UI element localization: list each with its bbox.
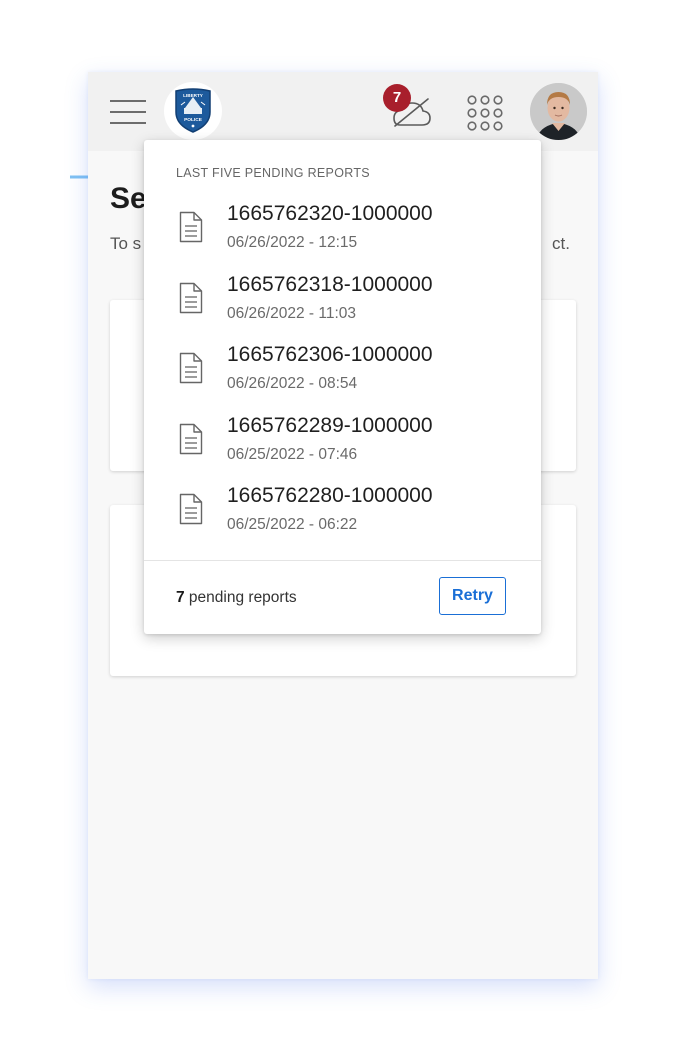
- pending-count-badge: 7: [383, 84, 411, 112]
- pending-report-item[interactable]: 1665762320-1000000 06/26/2022 - 12:15: [144, 198, 541, 269]
- page-title: Se: [110, 182, 147, 215]
- document-icon: [179, 282, 203, 313]
- report-id: 1665762289-1000000: [227, 413, 433, 437]
- pending-report-item[interactable]: 1665762280-1000000 06/25/2022 - 06:22: [144, 480, 541, 551]
- document-icon: [179, 211, 203, 243]
- user-photo: [530, 83, 587, 140]
- report-date: 06/25/2022 - 07:46: [227, 445, 358, 463]
- pending-report-list: 1665762320-1000000 06/26/2022 - 12:15 16…: [144, 198, 541, 551]
- report-date: 06/25/2022 - 06:22: [227, 516, 358, 533]
- pending-label: pending reports: [184, 589, 297, 606]
- report-id: 1665762306-1000000: [227, 343, 433, 366]
- page-subtitle-start: To s: [110, 234, 142, 253]
- pending-reports-dropdown: LAST FIVE PENDING REPORTS 1665762320-100…: [144, 140, 541, 634]
- svg-text:LIBERTY: LIBERTY: [183, 93, 203, 98]
- report-date: 06/26/2022 - 11:03: [227, 304, 356, 322]
- pending-report-item[interactable]: 1665762306-1000000 06/26/2022 - 08:54: [144, 339, 541, 410]
- hamburger-menu-icon[interactable]: [110, 100, 146, 124]
- document-icon: [179, 352, 203, 384]
- svg-text:POLICE: POLICE: [184, 117, 203, 123]
- user-avatar[interactable]: [530, 83, 587, 140]
- report-date: 06/26/2022 - 08:54: [227, 375, 358, 392]
- document-icon: [179, 493, 203, 525]
- report-id: 1665762280-1000000: [227, 484, 433, 507]
- pending-summary: 7 pending reports: [176, 589, 297, 607]
- police-shield-icon: LIBERTY POLICE: [175, 88, 211, 133]
- dropdown-header: LAST FIVE PENDING REPORTS: [176, 166, 370, 180]
- document-icon: [179, 423, 203, 454]
- pending-count: 7: [176, 589, 185, 606]
- report-id: 1665762318-1000000: [227, 272, 433, 296]
- agency-logo[interactable]: LIBERTY POLICE: [164, 82, 222, 140]
- divider: [144, 560, 541, 561]
- apps-grid-icon[interactable]: [466, 94, 504, 132]
- retry-button[interactable]: Retry: [439, 577, 506, 615]
- report-id: 1665762320-1000000: [227, 202, 433, 225]
- pending-report-item[interactable]: 1665762289-1000000 06/25/2022 - 07:46: [144, 410, 541, 481]
- report-date: 06/26/2022 - 12:15: [227, 234, 358, 251]
- page-subtitle-end: ct.: [552, 234, 570, 253]
- pending-report-item[interactable]: 1665762318-1000000 06/26/2022 - 11:03: [144, 269, 541, 340]
